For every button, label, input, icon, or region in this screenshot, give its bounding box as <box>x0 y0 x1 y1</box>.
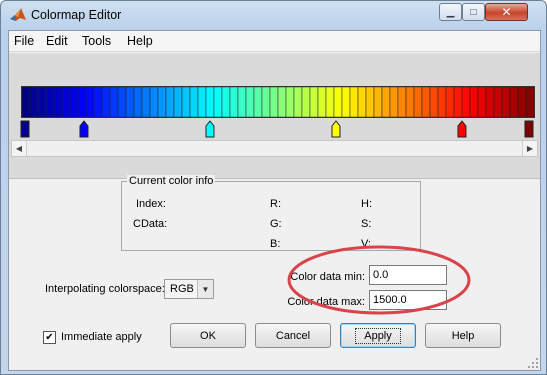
chevron-down-icon[interactable]: ▼ <box>197 280 213 298</box>
colorspace-value: RGB <box>170 283 194 295</box>
color-data-min-input[interactable]: 0.0 <box>369 265 447 285</box>
minimize-button[interactable]: ▁ <box>439 3 462 21</box>
g-label: G: <box>270 218 282 230</box>
apply-button-label: Apply <box>355 327 401 344</box>
color-data-max-label: Color data max: <box>287 296 365 308</box>
colormap-panel: ◀ ▶ <box>9 53 540 179</box>
menu-edit[interactable]: Edit <box>46 34 68 48</box>
immediate-apply-checkbox[interactable]: ✔ <box>43 331 56 344</box>
current-color-info-title: Current color info <box>127 175 216 187</box>
scroll-right-icon[interactable]: ▶ <box>522 141 537 156</box>
s-label: S: <box>361 218 372 230</box>
matlab-icon <box>10 8 26 21</box>
colormap-marker[interactable] <box>524 120 534 138</box>
menu-tools[interactable]: Tools <box>82 34 111 48</box>
help-button[interactable]: Help <box>425 323 501 348</box>
help-button-label: Help <box>451 329 475 342</box>
menu-bar: File Edit Tools Help <box>9 31 540 52</box>
ok-button-label: OK <box>200 329 216 342</box>
immediate-apply-label: Immediate apply <box>61 331 142 343</box>
close-icon: ✕ <box>501 5 512 19</box>
cancel-button-label: Cancel <box>275 329 311 342</box>
colormap-marker[interactable] <box>79 120 89 138</box>
color-data-min-label: Color data min: <box>290 271 365 283</box>
interpolating-colorspace-label: Interpolating colorspace: <box>45 283 165 295</box>
r-label: R: <box>270 198 281 210</box>
maximize-button[interactable]: □ <box>462 3 485 21</box>
colormap-marker[interactable] <box>457 120 467 138</box>
colorspace-select[interactable]: RGB ▼ <box>164 279 214 299</box>
colormap-marker[interactable] <box>205 120 215 138</box>
window-title: Colormap Editor <box>31 8 122 22</box>
h-label: H: <box>361 198 372 210</box>
colormap-marker[interactable] <box>331 120 341 138</box>
colormap-markers <box>20 120 534 138</box>
colormap-editor-window: Colormap Editor ▁ □ ✕ File Edit Tools He… <box>0 0 547 375</box>
colormap-marker[interactable] <box>20 120 30 138</box>
v-label: V: <box>361 238 371 250</box>
close-button[interactable]: ✕ <box>485 3 528 21</box>
maximize-icon: □ <box>470 6 477 18</box>
menu-file[interactable]: File <box>14 34 34 48</box>
dialog-body: File Edit Tools Help ◀ ▶ Current color i… <box>8 30 541 371</box>
checkmark-icon: ✔ <box>45 332 54 343</box>
minimize-icon: ▁ <box>446 6 455 18</box>
horizontal-scrollbar[interactable]: ◀ ▶ <box>11 140 538 157</box>
color-data-max-input[interactable]: 1500.0 <box>369 290 447 310</box>
cdata-label: CData: <box>133 218 168 230</box>
menu-help[interactable]: Help <box>127 34 153 48</box>
resize-grip-icon[interactable] <box>527 357 539 369</box>
scroll-left-icon[interactable]: ◀ <box>12 141 27 156</box>
ok-button[interactable]: OK <box>170 323 246 348</box>
apply-button[interactable]: Apply <box>340 323 416 348</box>
b-label: B: <box>270 238 281 250</box>
title-bar[interactable]: Colormap Editor ▁ □ ✕ <box>1 1 546 29</box>
cancel-button[interactable]: Cancel <box>255 323 331 348</box>
index-label: Index: <box>136 198 166 210</box>
